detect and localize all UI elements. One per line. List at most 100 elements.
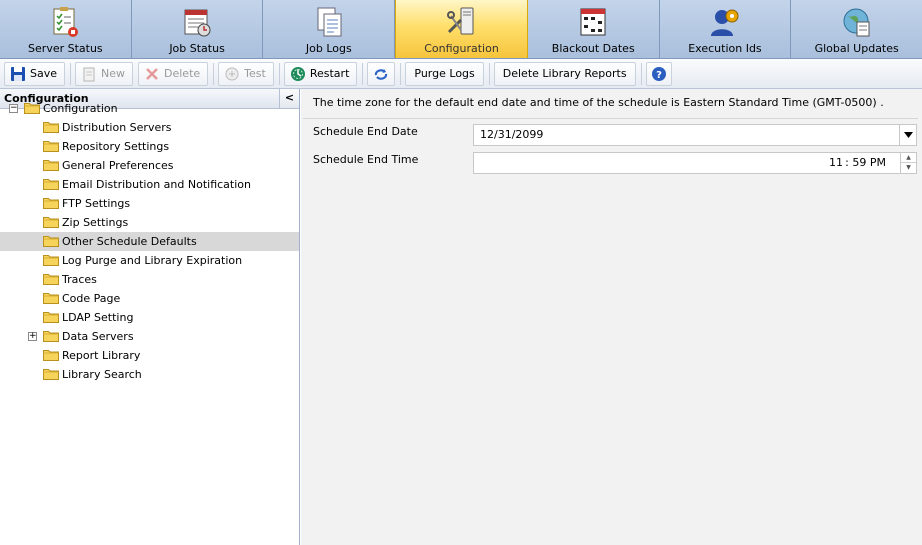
tab-label: Server Status bbox=[28, 42, 103, 55]
tree-item[interactable]: Log Purge and Library Expiration bbox=[43, 251, 242, 270]
tree-item-label: General Preferences bbox=[62, 159, 174, 172]
save-button[interactable]: Save bbox=[4, 61, 66, 86]
tree-item-label: Configuration bbox=[43, 102, 118, 115]
restart-icon bbox=[290, 66, 305, 81]
folder-icon bbox=[43, 331, 59, 342]
spin-down-icon[interactable]: ▼ bbox=[901, 163, 916, 173]
timezone-note: The time zone for the default end date a… bbox=[313, 96, 884, 109]
tree-item[interactable]: Email Distribution and Notification bbox=[43, 175, 251, 194]
tab-label: Job Status bbox=[169, 42, 225, 55]
toolbar-separator bbox=[640, 62, 642, 85]
tree-item[interactable]: Traces bbox=[43, 270, 97, 289]
server-status-icon bbox=[53, 7, 79, 37]
tab-blackout-dates[interactable]: Blackout Dates bbox=[527, 0, 660, 58]
tree-item[interactable]: Code Page bbox=[43, 289, 120, 308]
calendar-icon bbox=[580, 8, 606, 36]
tab-configuration[interactable]: Configuration bbox=[395, 0, 528, 58]
tree-item[interactable]: General Preferences bbox=[43, 156, 174, 175]
tab-server-status[interactable]: Server Status bbox=[0, 0, 132, 58]
spin-up-icon[interactable]: ▲ bbox=[901, 153, 916, 163]
globe-update-icon bbox=[843, 8, 870, 37]
restart-button[interactable]: Restart bbox=[283, 61, 358, 86]
tab-label: Configuration bbox=[424, 42, 499, 55]
tree-item-label: Email Distribution and Notification bbox=[62, 178, 251, 191]
folder-open-icon bbox=[24, 103, 40, 114]
folder-icon bbox=[43, 236, 59, 247]
configuration-icon bbox=[446, 7, 474, 35]
folder-icon bbox=[43, 312, 59, 323]
tree-item-label: FTP Settings bbox=[62, 197, 131, 210]
tree-item-label: Traces bbox=[62, 273, 97, 286]
test-button[interactable]: Test bbox=[218, 61, 274, 86]
toolbar-separator bbox=[400, 62, 402, 85]
toolbar-separator bbox=[213, 62, 215, 85]
refresh-button[interactable] bbox=[367, 61, 396, 86]
folder-icon bbox=[43, 255, 59, 266]
purge-logs-button[interactable]: Purge Logs bbox=[405, 61, 484, 86]
tree-item-root[interactable]: Configuration bbox=[24, 99, 118, 118]
end-date-value: 12/31/2099 bbox=[480, 128, 544, 141]
test-icon bbox=[225, 67, 239, 80]
tree-item[interactable]: Library Search bbox=[43, 365, 142, 384]
help-icon: ? bbox=[651, 66, 666, 81]
tree-item[interactable]: LDAP Setting bbox=[43, 308, 133, 327]
end-time-spinner[interactable]: 11 : 59 PM ▲ ▼ bbox=[473, 152, 917, 174]
tree-item[interactable]: Repository Settings bbox=[43, 137, 169, 156]
tree-item[interactable]: Data Servers bbox=[43, 327, 134, 346]
tab-job-status[interactable]: Job Status bbox=[131, 0, 264, 58]
tree-item-label: Zip Settings bbox=[62, 216, 129, 229]
tree-item[interactable]: Report Library bbox=[43, 346, 140, 365]
purge-logs-label: Purge Logs bbox=[414, 67, 475, 80]
tree-item-label: Library Search bbox=[62, 368, 142, 381]
restart-label: Restart bbox=[309, 67, 350, 80]
tree-item-label: Report Library bbox=[62, 349, 141, 362]
job-logs-icon bbox=[317, 7, 342, 37]
tab-job-logs[interactable]: Job Logs bbox=[263, 0, 396, 58]
folder-icon bbox=[43, 122, 59, 133]
configuration-tree-panel: Configuration < Configuration − Distributi… bbox=[0, 89, 300, 545]
collapse-tree-icon[interactable]: − bbox=[9, 104, 18, 113]
tree-item[interactable]: Zip Settings bbox=[43, 213, 128, 232]
delete-library-reports-button[interactable]: Delete Library Reports bbox=[493, 61, 636, 86]
tree-item-label: LDAP Setting bbox=[62, 311, 134, 324]
main-tab-strip: Server Status Job Status Job Logs Config… bbox=[0, 0, 922, 58]
tree-item-label: Data Servers bbox=[62, 330, 134, 343]
tree-item-label: Code Page bbox=[62, 292, 121, 305]
svg-text:?: ? bbox=[656, 70, 662, 81]
delete-x-icon bbox=[146, 67, 158, 80]
end-date-label: Schedule End Date bbox=[313, 125, 418, 138]
delete-button[interactable]: Delete bbox=[138, 61, 209, 86]
tree-item-label: Repository Settings bbox=[62, 140, 170, 153]
toolbar-separator bbox=[488, 62, 490, 85]
expand-tree-icon[interactable]: + bbox=[28, 332, 37, 341]
test-label: Test bbox=[244, 67, 266, 80]
user-gear-icon bbox=[710, 9, 739, 36]
help-button[interactable]: ? bbox=[645, 61, 672, 86]
tree-item[interactable]: Other Schedule Defaults bbox=[0, 232, 299, 251]
tree-item[interactable]: FTP Settings bbox=[43, 194, 130, 213]
save-label: Save bbox=[30, 67, 58, 80]
tab-execution-ids[interactable]: Execution Ids bbox=[659, 0, 792, 58]
folder-icon bbox=[43, 198, 59, 209]
end-date-dropdown[interactable]: 12/31/2099 bbox=[473, 124, 917, 146]
job-status-icon bbox=[184, 9, 211, 37]
dropdown-arrow-button[interactable] bbox=[899, 125, 916, 145]
new-button[interactable]: New bbox=[75, 61, 134, 86]
toolbar-separator bbox=[70, 62, 72, 85]
time-spin-buttons: ▲ ▼ bbox=[900, 153, 916, 173]
tree-item[interactable]: Distribution Servers bbox=[43, 118, 171, 137]
tab-label: Global Updates bbox=[814, 42, 899, 55]
new-label: New bbox=[101, 67, 126, 80]
tab-global-updates[interactable]: Global Updates bbox=[791, 0, 922, 58]
folder-icon bbox=[43, 274, 59, 285]
toolbar-separator bbox=[278, 62, 280, 85]
refresh-icon bbox=[375, 68, 388, 80]
toolbar: Save New Delete Test Restart Purge Logs … bbox=[0, 58, 922, 89]
folder-icon bbox=[43, 141, 59, 152]
folder-icon bbox=[43, 350, 59, 361]
collapse-panel-button[interactable]: < bbox=[279, 89, 299, 108]
folder-icon bbox=[43, 217, 59, 228]
delete-library-reports-label: Delete Library Reports bbox=[502, 67, 627, 80]
folder-icon bbox=[43, 179, 59, 190]
end-time-label: Schedule End Time bbox=[313, 153, 419, 166]
